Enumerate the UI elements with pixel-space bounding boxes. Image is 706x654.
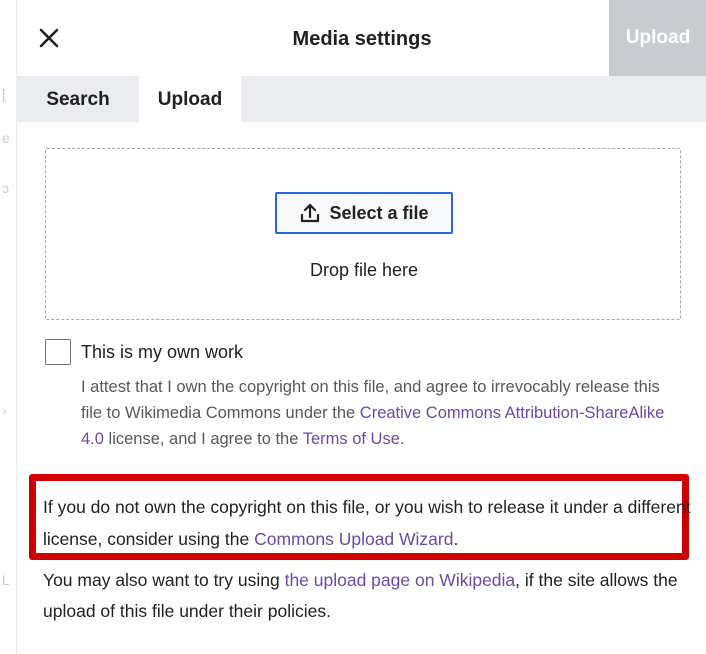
background-page-edge: [ e ɔ › L bbox=[0, 0, 16, 654]
file-dropzone[interactable]: Select a file Drop file here bbox=[45, 148, 681, 320]
wikipedia-upload-link[interactable]: the upload page on Wikipedia bbox=[285, 570, 516, 590]
media-settings-dialog: Media settings Upload Search Upload Sele… bbox=[16, 0, 706, 654]
also-prefix: You may also want to try using bbox=[43, 570, 285, 590]
tab-upload[interactable]: Upload bbox=[139, 76, 241, 122]
own-work-checkbox[interactable] bbox=[45, 339, 71, 365]
dialog-title: Media settings bbox=[292, 28, 432, 50]
background-glyph: L bbox=[2, 572, 10, 588]
dialog-header: Media settings Upload bbox=[17, 0, 706, 77]
background-glyph: [ bbox=[2, 86, 6, 102]
tab-bar: Search Upload bbox=[17, 76, 706, 122]
license-notice: If you do not own the copyright on this … bbox=[43, 491, 693, 555]
background-glyph: › bbox=[2, 402, 7, 418]
background-glyph: e bbox=[2, 130, 10, 146]
select-file-button[interactable]: Select a file bbox=[275, 192, 453, 234]
commons-upload-wizard-link[interactable]: Commons Upload Wizard bbox=[254, 529, 453, 549]
terms-of-use-link[interactable]: Terms of Use bbox=[303, 430, 400, 448]
close-icon bbox=[39, 28, 59, 48]
background-glyph: ɔ bbox=[2, 180, 9, 196]
tab-search[interactable]: Search bbox=[35, 76, 121, 122]
attest-middle: license, and I agree to the bbox=[103, 430, 303, 448]
upload-icon bbox=[301, 203, 320, 223]
close-button[interactable] bbox=[29, 14, 69, 62]
drop-hint: Drop file here bbox=[309, 260, 419, 280]
select-file-label: Select a file bbox=[329, 202, 429, 223]
notice-suffix: . bbox=[453, 529, 459, 549]
alternative-notice: You may also want to try using the uploa… bbox=[43, 565, 693, 627]
upload-button[interactable]: Upload bbox=[609, 0, 706, 76]
attest-suffix: . bbox=[399, 430, 405, 448]
own-work-label[interactable]: This is my own work bbox=[81, 342, 243, 363]
attestation-text: I attest that I own the copyright on thi… bbox=[81, 374, 681, 452]
